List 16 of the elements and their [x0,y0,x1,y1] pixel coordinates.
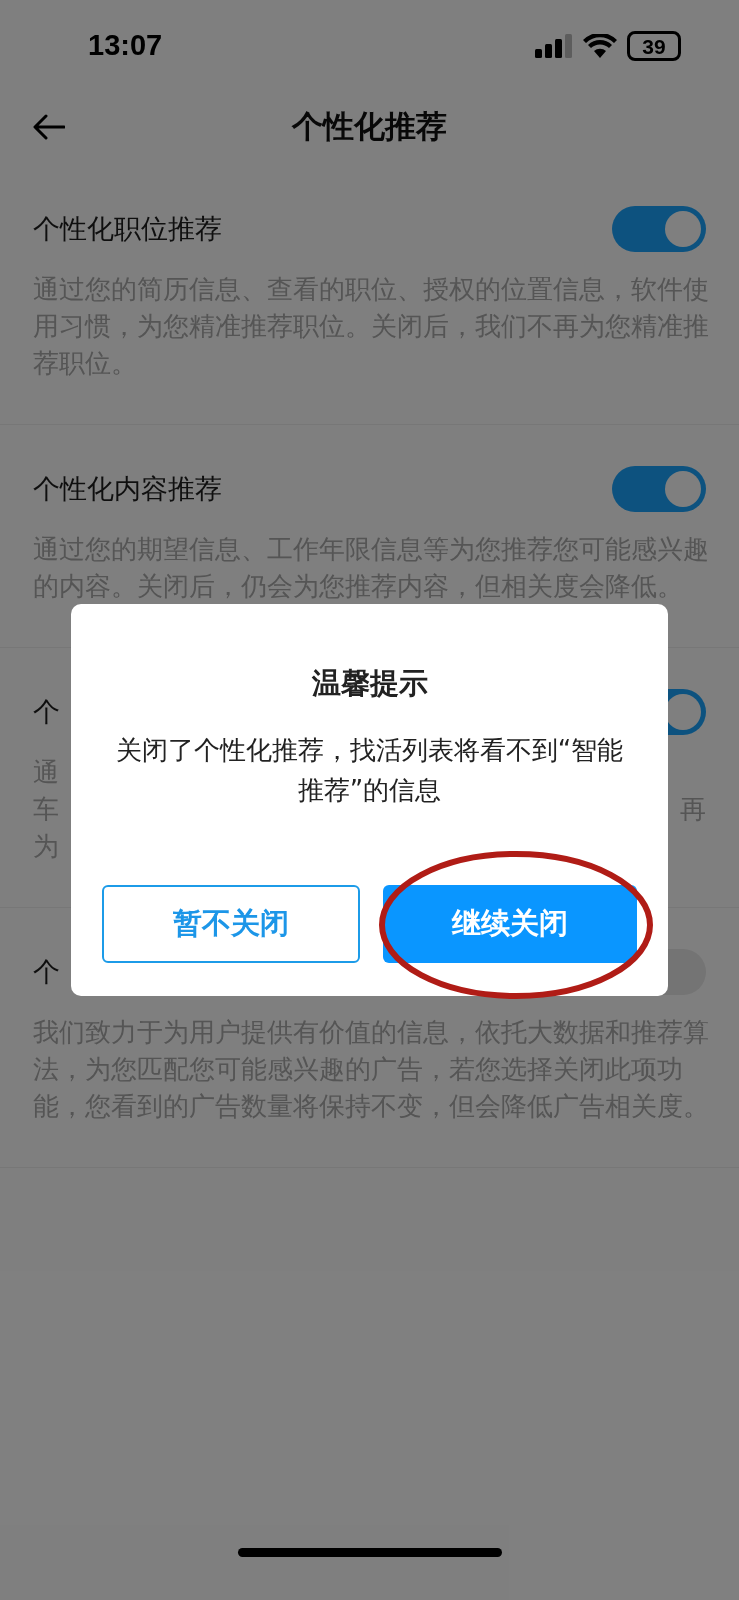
setting-title: 个 [33,694,60,729]
setting-title: 个性化职位推荐 [33,211,222,246]
setting-title: 个性化内容推荐 [33,471,222,506]
toggle-switch[interactable] [612,466,706,512]
toggle-switch[interactable] [612,206,706,252]
continue-button[interactable]: 继续关闭 [383,885,637,963]
wifi-icon [583,34,617,58]
signal-icon [535,34,573,58]
battery-indicator: 39 [627,31,681,61]
back-arrow-icon[interactable] [33,113,65,140]
status-time: 13:07 [88,28,163,64]
dialog-title: 温馨提示 [311,665,428,702]
page-title: 个性化推荐 [292,107,447,147]
setting-title: 个 [33,954,60,989]
cancel-button[interactable]: 暂不关闭 [102,885,360,963]
dialog-message: 关闭了个性化推荐，找活列表将看不到“智能推荐”的信息 [114,733,625,807]
